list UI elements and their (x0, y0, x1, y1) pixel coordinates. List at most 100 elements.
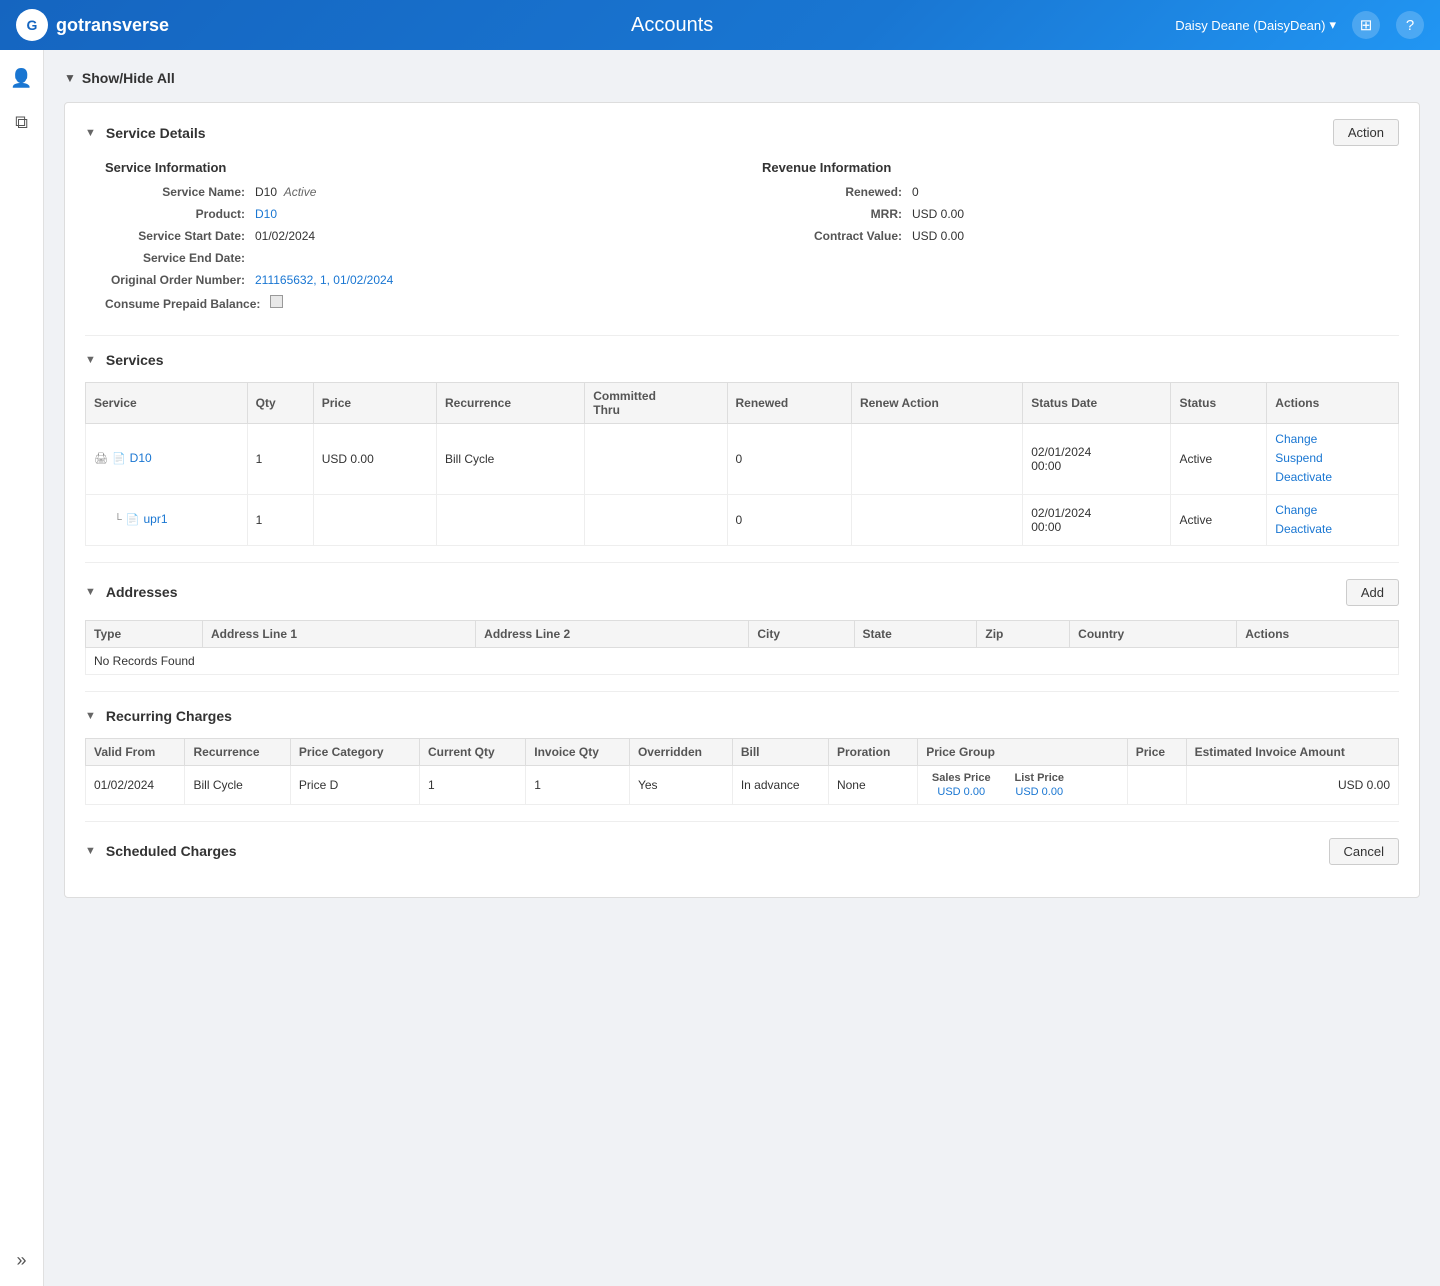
status-cell: Active (1171, 424, 1267, 495)
recurrence-cell: Bill Cycle (436, 424, 584, 495)
col-bill: Bill (732, 738, 828, 765)
col-estimated-invoice: Estimated Invoice Amount (1186, 738, 1398, 765)
price-category-cell: Price D (290, 765, 419, 804)
add-address-button[interactable]: Add (1346, 579, 1399, 606)
start-date-label: Service Start Date: (105, 229, 255, 243)
col-price: Price (313, 383, 436, 424)
actions-cell: Change Suspend Deactivate (1267, 424, 1399, 495)
col-price-category: Price Category (290, 738, 419, 765)
end-date-row: Service End Date: (105, 251, 722, 265)
addresses-label: Addresses (106, 584, 178, 600)
col-service: Service (86, 383, 248, 424)
product-row: Product: D10 (105, 207, 722, 221)
list-price-value[interactable]: USD 0.00 (1004, 786, 1074, 798)
bill-cell: In advance (732, 765, 828, 804)
service-link[interactable]: upr1 (144, 510, 168, 529)
renewed-row: Renewed: 0 (762, 185, 1379, 199)
renew-action-cell (851, 424, 1022, 495)
renewed-cell: 0 (727, 424, 851, 495)
addresses-header-row: Type Address Line 1 Address Line 2 City … (86, 620, 1399, 647)
help-icon[interactable]: ? (1396, 11, 1424, 39)
sidebar-copy-icon[interactable]: ⧉ (6, 106, 38, 138)
product-value[interactable]: D10 (255, 207, 277, 221)
addresses-title: ▼ Addresses (85, 584, 177, 600)
recurring-charges-head: Valid From Recurrence Price Category Cur… (86, 738, 1399, 765)
contract-value-value: USD 0.00 (912, 229, 964, 243)
table-row: └ 📄 upr1 1 0 02/01/202400:00 Active (86, 494, 1399, 545)
suspend-action[interactable]: Suspend (1275, 449, 1390, 468)
order-number-value[interactable]: 211165632, 1, 01/02/2024 (255, 273, 393, 287)
renewed-label: Renewed: (762, 185, 912, 199)
services-section: ▼ Services Service Qty Price Recurrence … (85, 352, 1399, 546)
deactivate-action[interactable]: Deactivate (1275, 468, 1390, 487)
service-info-grid: Service Information Service Name: D10 Ac… (85, 160, 1399, 319)
col-country: Country (1070, 620, 1237, 647)
col-address-line2: Address Line 2 (476, 620, 749, 647)
col-status: Status (1171, 383, 1267, 424)
table-row: 🖨 📄 D10 1 USD 0.00 Bill Cycle 0 02/01/20… (86, 424, 1399, 495)
revenue-info-column: Revenue Information Renewed: 0 MRR: USD … (762, 160, 1379, 319)
sales-price-value[interactable]: USD 0.00 (926, 786, 996, 798)
change-action[interactable]: Change (1275, 430, 1390, 449)
start-date-row: Service Start Date: 01/02/2024 (105, 229, 722, 243)
col-proration: Proration (828, 738, 917, 765)
service-name-value: D10 Active (255, 185, 316, 199)
sidebar-users-icon[interactable]: 👤 (6, 62, 38, 94)
col-price-group: Price Group (918, 738, 1127, 765)
list-price-label: List Price (1004, 772, 1074, 784)
show-hide-all[interactable]: ▼ Show/Hide All (64, 70, 1420, 86)
sidebar-expand-icon[interactable]: » (6, 1244, 38, 1276)
price-cell (313, 494, 436, 545)
action-button[interactable]: Action (1333, 119, 1399, 146)
app-name: gotransverse (56, 15, 169, 36)
prepaid-label: Consume Prepaid Balance: (105, 297, 270, 311)
service-info-column: Service Information Service Name: D10 Ac… (105, 160, 722, 319)
main-content: ▼ Show/Hide All ▼ Service Details Action… (44, 50, 1440, 1286)
print-icon: 🖨 (94, 452, 108, 465)
col-renew-action: Renew Action (851, 383, 1022, 424)
service-link[interactable]: D10 (130, 449, 152, 468)
current-qty-cell: 1 (420, 765, 526, 804)
status-date-cell: 02/01/202400:00 (1023, 424, 1171, 495)
service-details-section: ▼ Service Details Action Service Informa… (85, 119, 1399, 319)
cancel-button[interactable]: Cancel (1329, 838, 1399, 865)
invoice-qty-cell: 1 (526, 765, 630, 804)
prepaid-row: Consume Prepaid Balance: (105, 295, 722, 311)
show-hide-arrow: ▼ (64, 71, 76, 85)
scheduled-charges-arrow: ▼ (85, 845, 96, 857)
subdoc-icon: └ (114, 514, 122, 526)
service-name-label: Service Name: (105, 185, 255, 199)
col-committed: CommittedThru (585, 383, 727, 424)
recurring-charges-title: ▼ Recurring Charges (85, 708, 232, 724)
service-name-row: Service Name: D10 Active (105, 185, 722, 199)
end-date-label: Service End Date: (105, 251, 255, 265)
col-qty: Qty (247, 383, 313, 424)
col-actions: Actions (1237, 620, 1399, 647)
services-table: Service Qty Price Recurrence CommittedTh… (85, 382, 1399, 546)
prepaid-checkbox[interactable] (270, 295, 283, 311)
services-header: ▼ Services (85, 352, 1399, 368)
col-actions: Actions (1267, 383, 1399, 424)
services-header-row: Service Qty Price Recurrence CommittedTh… (86, 383, 1399, 424)
renewed-value: 0 (912, 185, 919, 199)
no-records-row: No Records Found (86, 647, 1399, 674)
grid-menu-icon[interactable]: ⊞ (1352, 11, 1380, 39)
qty-cell: 1 (247, 494, 313, 545)
show-hide-label: Show/Hide All (82, 70, 175, 86)
table-row: 01/02/2024 Bill Cycle Price D 1 1 Yes In… (86, 765, 1399, 804)
sidebar-bottom: » (6, 1244, 38, 1286)
mrr-row: MRR: USD 0.00 (762, 207, 1379, 221)
recurring-charges-header-row: Valid From Recurrence Price Category Cur… (86, 738, 1399, 765)
change-action[interactable]: Change (1275, 501, 1390, 520)
scheduled-charges-label: Scheduled Charges (106, 843, 237, 859)
services-title: ▼ Services (85, 352, 164, 368)
committed-cell (585, 494, 727, 545)
user-menu[interactable]: Daisy Deane (DaisyDean) ▾ (1175, 17, 1336, 33)
mrr-value: USD 0.00 (912, 207, 964, 221)
services-arrow: ▼ (85, 354, 96, 366)
recurring-charges-table: Valid From Recurrence Price Category Cur… (85, 738, 1399, 805)
recurrence-cell: Bill Cycle (185, 765, 290, 804)
deactivate-action[interactable]: Deactivate (1275, 520, 1390, 539)
no-records-cell: No Records Found (86, 647, 1399, 674)
services-table-body: 🖨 📄 D10 1 USD 0.00 Bill Cycle 0 02/01/20… (86, 424, 1399, 546)
